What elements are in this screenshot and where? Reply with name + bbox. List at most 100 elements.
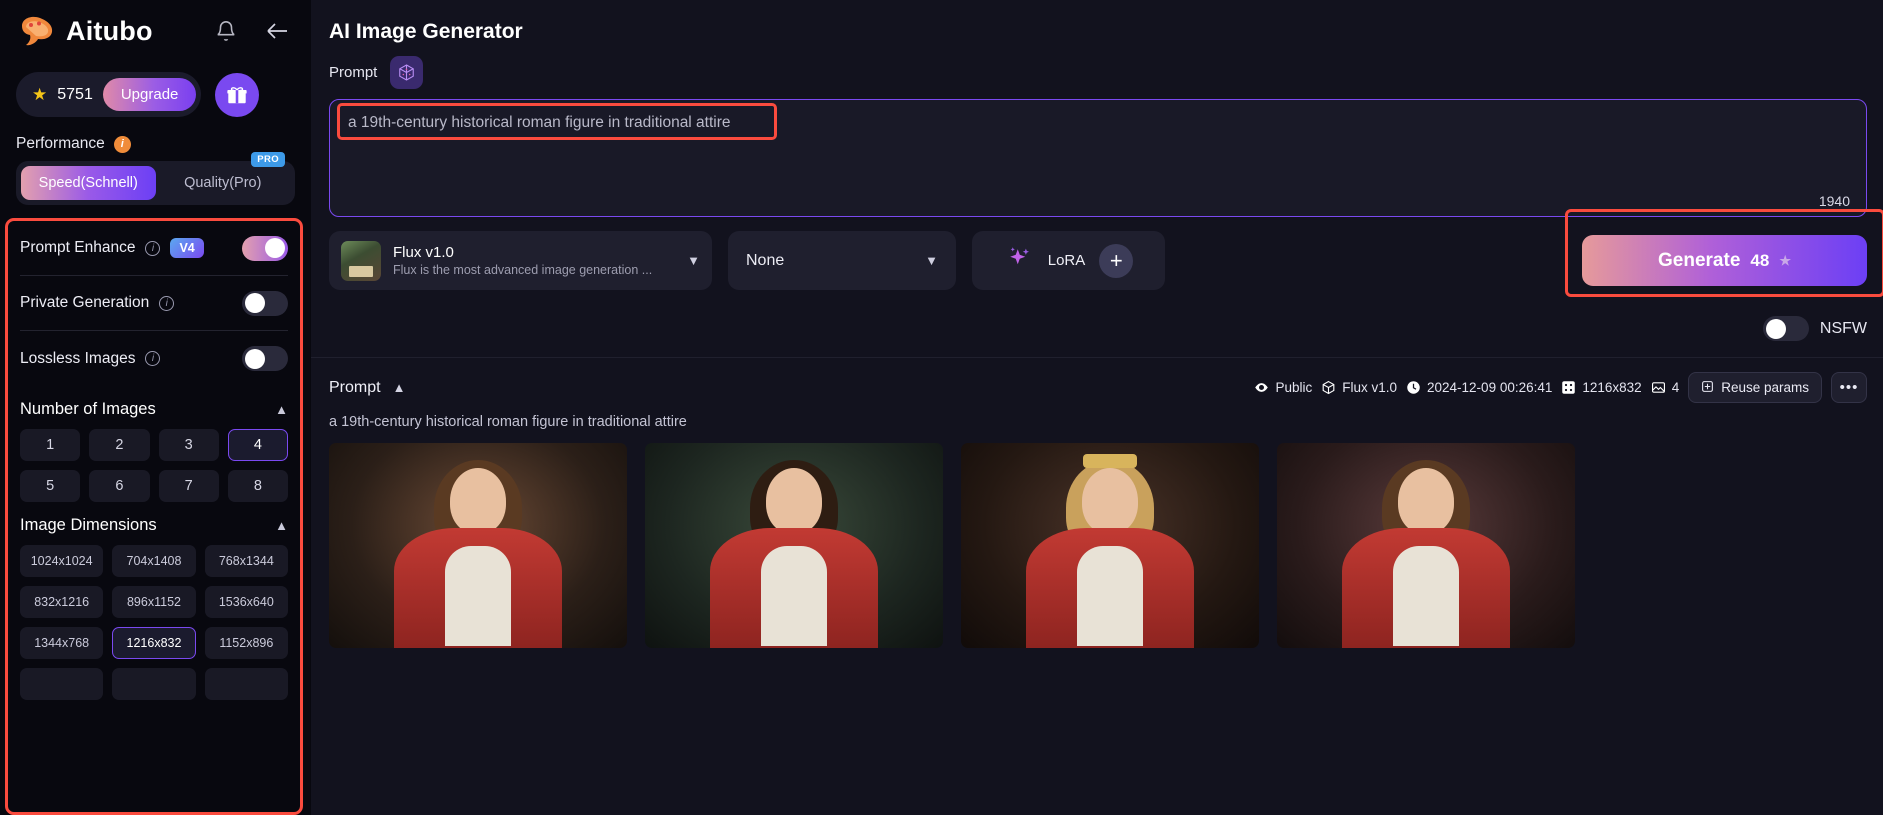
num-option-8[interactable]: 8 (227, 470, 288, 502)
chevron-down-icon: ▼ (687, 253, 700, 268)
meta-dimensions-text: 1216x832 (1582, 380, 1642, 395)
number-of-images-title: Number of Images (20, 400, 156, 418)
info-icon[interactable]: i (145, 240, 161, 256)
dim-option-overflow-b[interactable] (112, 668, 196, 700)
star-icon: ★ (1779, 252, 1791, 268)
toggle-knob (245, 348, 265, 369)
brand-row: Aitubo (0, 0, 311, 62)
history-thumbnails (311, 430, 1883, 648)
private-generation-toggle[interactable] (242, 290, 288, 316)
dim-option-768x1344[interactable]: 768x1344 (204, 545, 288, 577)
generated-image-2[interactable] (645, 443, 943, 648)
credit-amount: 5751 (57, 85, 93, 103)
nsfw-toggle[interactable] (1762, 316, 1809, 341)
history-meta-bar: Public Flux v1.0 2024-12-09 00:26:41 121… (1254, 372, 1867, 403)
dim-option-704x1408[interactable]: 704x1408 (112, 545, 196, 577)
dim-option-1152x896[interactable]: 1152x896 (204, 627, 288, 659)
sidebar: Aitubo ★ 5751 Upgrade Performance i Spee… (0, 0, 311, 815)
dim-option-1344x768[interactable]: 1344x768 (20, 627, 104, 659)
dim-option-1536x640[interactable]: 1536x640 (204, 586, 288, 618)
plus-icon[interactable]: + (1099, 243, 1134, 278)
credit-pill: ★ 5751 Upgrade (16, 72, 202, 117)
toggle-knob (265, 238, 285, 258)
generate-label: Generate (1658, 249, 1741, 271)
num-option-4[interactable]: 4 (227, 429, 288, 461)
option-lossless-images: Lossless Images i (20, 331, 288, 386)
back-arrow-icon[interactable] (265, 21, 289, 41)
app-root: Aitubo ★ 5751 Upgrade Performance i Spee… (0, 0, 1883, 815)
option-private-generation: Private Generation i (20, 276, 288, 331)
prompt-label: Prompt (329, 64, 378, 81)
prompt-box-wrapper: a 19th-century historical roman figure i… (311, 89, 1883, 217)
dim-option-832x1216[interactable]: 832x1216 (20, 586, 104, 618)
performance-option-quality[interactable]: Quality(Pro) (156, 166, 291, 200)
figure-garment (1393, 546, 1459, 646)
figure-garment (445, 546, 511, 646)
figure-head (1382, 460, 1470, 556)
figure-garment (1077, 546, 1143, 646)
brand-name: Aitubo (66, 15, 153, 46)
performance-label: Performance (16, 135, 105, 152)
dim-option-overflow-a[interactable] (20, 668, 104, 700)
character-count: 1940 (1818, 193, 1850, 209)
num-option-6[interactable]: 6 (89, 470, 150, 502)
dim-option-overflow-c[interactable] (204, 668, 288, 700)
figure-crown (1083, 454, 1137, 468)
num-option-1[interactable]: 1 (20, 429, 81, 461)
num-option-3[interactable]: 3 (158, 429, 219, 461)
lossless-images-toggle[interactable] (242, 346, 288, 371)
main-panel: AI Image Generator Prompt a 19th-century… (311, 0, 1883, 815)
lora-label: LoRA (1047, 252, 1086, 269)
image-icon (1651, 380, 1666, 395)
bell-icon[interactable] (215, 20, 237, 42)
more-options-button[interactable]: ••• (1831, 372, 1867, 403)
image-dimensions-header[interactable]: Image Dimensions ▲ (20, 502, 288, 545)
lora-button[interactable]: LoRA + (972, 231, 1165, 290)
eye-icon (1254, 380, 1269, 395)
image-dimensions-title: Image Dimensions (20, 516, 157, 534)
prompt-enhance-toggle[interactable] (242, 235, 288, 261)
option-prompt-enhance: Prompt Enhance i V4 (20, 221, 288, 276)
num-option-5[interactable]: 5 (20, 470, 81, 502)
model-selector[interactable]: Flux v1.0 Flux is the most advanced imag… (329, 231, 712, 290)
generate-button[interactable]: Generate 48 ★ (1582, 235, 1867, 286)
info-icon[interactable]: i (145, 351, 161, 366)
meta-count-text: 4 (1671, 380, 1680, 395)
dim-option-1216x832[interactable]: 1216x832 (112, 627, 196, 659)
history-prompt-text: a 19th-century historical roman figure i… (329, 414, 687, 430)
reuse-params-button[interactable]: Reuse params (1688, 372, 1822, 403)
performance-option-speed[interactable]: Speed(Schnell) (21, 166, 156, 200)
info-icon[interactable]: i (113, 135, 131, 153)
meta-timestamp-text: 2024-12-09 00:26:41 (1427, 380, 1553, 395)
info-icon[interactable]: i (159, 295, 175, 311)
credit-row: ★ 5751 Upgrade (0, 62, 311, 117)
prompt-input[interactable]: a 19th-century historical roman figure i… (329, 99, 1867, 217)
num-option-2[interactable]: 2 (89, 429, 150, 461)
clock-icon (1406, 380, 1421, 395)
style-select-value: None (746, 251, 785, 269)
thumb-figure (394, 460, 562, 648)
chevron-up-icon: ▲ (275, 518, 288, 533)
figure-head (750, 460, 838, 556)
gift-icon[interactable] (215, 72, 260, 117)
generated-image-4[interactable] (1277, 443, 1575, 648)
chevron-up-icon[interactable]: ▲ (393, 380, 406, 395)
figure-body (394, 528, 562, 648)
dice-icon[interactable] (390, 56, 424, 89)
prompt-enhance-label: Prompt Enhance (20, 239, 136, 256)
meta-count: 4 (1651, 380, 1680, 395)
page-title: AI Image Generator (329, 20, 523, 43)
thumb-figure (710, 460, 878, 648)
reuse-icon (1701, 380, 1714, 396)
dim-option-896x1152[interactable]: 896x1152 (112, 586, 196, 618)
number-of-images-header[interactable]: Number of Images ▲ (20, 386, 288, 429)
upgrade-button[interactable]: Upgrade (102, 78, 197, 111)
style-select[interactable]: None ▼ (728, 231, 956, 290)
nsfw-label: NSFW (1819, 319, 1867, 337)
dim-option-1024x1024[interactable]: 1024x1024 (20, 545, 104, 577)
generated-image-1[interactable] (329, 443, 627, 648)
reuse-params-label: Reuse params (1721, 380, 1809, 395)
num-option-7[interactable]: 7 (158, 470, 219, 502)
meta-visibility-text: Public (1275, 380, 1313, 395)
generated-image-3[interactable] (961, 443, 1259, 648)
